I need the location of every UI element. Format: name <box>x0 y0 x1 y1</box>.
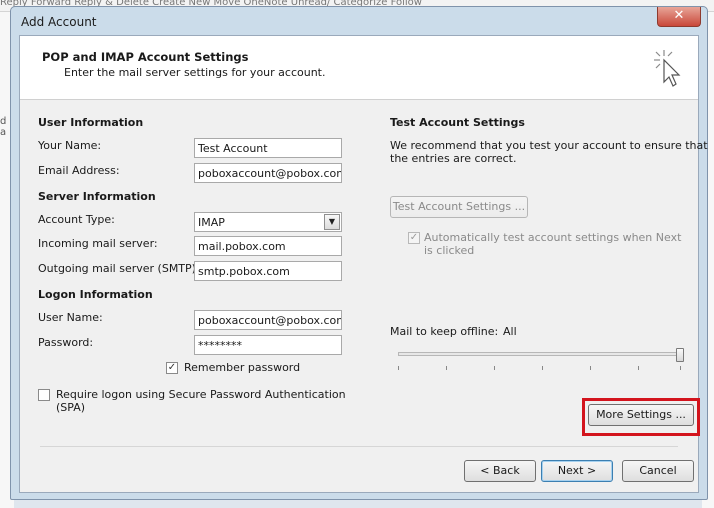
incoming-server-label: Incoming mail server: <box>38 237 158 250</box>
user-information-heading: User Information <box>38 116 144 129</box>
slider-tick <box>590 366 591 370</box>
user-name-label: User Name: <box>38 311 103 324</box>
email-address-input[interactable]: poboxaccount@pobox.com <box>194 163 342 183</box>
test-settings-heading: Test Account Settings <box>390 116 525 129</box>
logon-information-heading: Logon Information <box>38 288 153 301</box>
account-type-value: IMAP <box>198 216 225 229</box>
spa-label-line2: (SPA) <box>56 401 86 414</box>
test-account-settings-button[interactable]: Test Account Settings ... <box>390 196 528 218</box>
offline-slider-track[interactable] <box>398 352 682 356</box>
account-type-label: Account Type: <box>38 213 115 226</box>
next-button[interactable]: Next > <box>541 460 613 482</box>
account-type-select[interactable]: IMAP ▼ <box>194 212 342 232</box>
auto-test-label-line2: is clicked <box>424 244 475 257</box>
user-name-input[interactable]: poboxaccount@pobox.com <box>194 310 342 330</box>
remember-password-label: Remember password <box>184 361 301 374</box>
dialog-title: Add Account <box>21 15 97 29</box>
password-input[interactable]: ******** <box>194 335 342 355</box>
dialog-body: POP and IMAP Account Settings Enter the … <box>19 35 708 493</box>
spa-checkbox[interactable] <box>38 389 50 401</box>
test-settings-desc-line1: We recommend that you test your account … <box>390 139 708 152</box>
remember-password-checkbox[interactable]: ✓ <box>166 362 178 374</box>
your-name-input[interactable]: Test Account <box>194 138 342 158</box>
auto-test-checkbox[interactable]: ✓ <box>408 232 420 244</box>
your-name-label: Your Name: <box>38 139 102 152</box>
slider-tick <box>446 366 447 370</box>
close-icon: ✕ <box>673 8 685 23</box>
offline-slider-thumb[interactable] <box>676 348 684 362</box>
server-information-heading: Server Information <box>38 190 156 203</box>
mail-offline-label: Mail to keep offline: <box>390 325 499 338</box>
header-band: POP and IMAP Account Settings Enter the … <box>20 36 698 100</box>
header-subtitle: Enter the mail server settings for your … <box>64 66 326 79</box>
more-settings-button[interactable]: More Settings ... <box>588 404 694 426</box>
auto-test-label-line1: Automatically test account settings when… <box>424 231 682 244</box>
email-address-label: Email Address: <box>38 164 120 177</box>
add-account-dialog: Add Account ✕ POP and IMAP Account Setti… <box>10 6 708 500</box>
footer-divider <box>40 446 678 447</box>
header-title: POP and IMAP Account Settings <box>42 50 249 64</box>
outgoing-server-input[interactable]: smtp.pobox.com <box>194 261 342 281</box>
click-cursor-icon <box>654 50 681 87</box>
slider-tick <box>494 366 495 370</box>
spa-label-line1: Require logon using Secure Password Auth… <box>56 388 346 401</box>
slider-tick <box>542 366 543 370</box>
test-settings-desc-line2: the entries are correct. <box>390 152 517 165</box>
slider-tick <box>638 366 639 370</box>
slider-tick <box>398 366 399 370</box>
cancel-button[interactable]: Cancel <box>622 460 694 482</box>
mail-offline-value: All <box>503 325 517 338</box>
outgoing-server-label: Outgoing mail server (SMTP): <box>38 262 200 275</box>
title-bar[interactable]: Add Account ✕ <box>11 7 707 35</box>
close-button[interactable]: ✕ <box>657 7 701 27</box>
back-button[interactable]: < Back <box>464 460 536 482</box>
slider-tick <box>680 366 681 370</box>
password-label: Password: <box>38 336 94 349</box>
chevron-down-icon[interactable]: ▼ <box>324 214 340 230</box>
incoming-server-input[interactable]: mail.pobox.com <box>194 236 342 256</box>
